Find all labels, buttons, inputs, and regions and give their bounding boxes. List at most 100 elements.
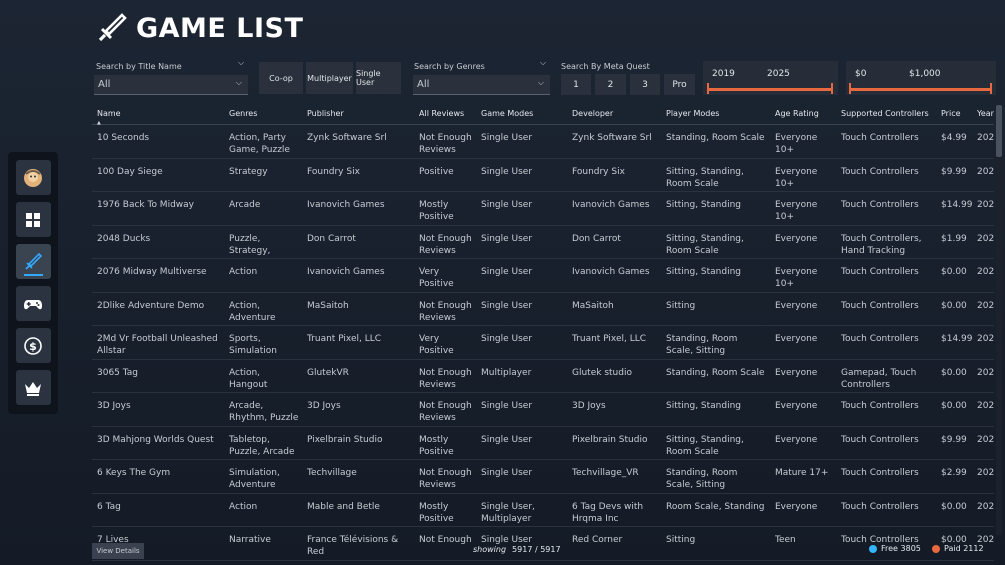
cell-developer: Truant Pixel, LLC bbox=[572, 334, 647, 344]
column-header-age-rating[interactable]: Age Rating bbox=[770, 109, 836, 118]
sidebar: $ bbox=[8, 152, 58, 414]
cell-reviews: Positive bbox=[419, 166, 454, 177]
cell-year: 2022 bbox=[977, 434, 994, 445]
cell-controllers: Touch Controllers, Hand Tracking bbox=[841, 233, 922, 256]
column-header-price[interactable]: Price bbox=[936, 109, 972, 118]
mode-multiplayer-button[interactable]: Multiplayer bbox=[306, 62, 353, 94]
cell-name: 2Md Vr Football Unleashed Allstar bbox=[97, 334, 218, 356]
cell-game-modes: Single User bbox=[481, 300, 533, 311]
cell-reviews: Mostly Positive bbox=[419, 434, 454, 457]
table-row[interactable]: 3D Joys Arcade, Rhythm, Puzzle 3D Joys Not … bbox=[92, 393, 994, 427]
cell-game-modes: Single User bbox=[481, 334, 533, 344]
column-header-name[interactable]: Name ▲ bbox=[92, 109, 224, 126]
cell-price: $9.99 bbox=[941, 166, 967, 177]
title-filter-select[interactable]: All ⌵ bbox=[94, 75, 248, 95]
cell-age-rating: Mature 17+ bbox=[775, 468, 829, 478]
cell-developer: Pixelbrain Studio bbox=[572, 434, 648, 445]
table-row[interactable]: 3D Mahjong Worlds Quest Tabletop, Puzzle,… bbox=[92, 427, 994, 460]
table-row[interactable]: 2076 Midway Multiverse Action Ivanovich Ga… bbox=[92, 259, 994, 293]
chevron-down-icon: ⌵ bbox=[537, 78, 544, 87]
year-max-handle[interactable] bbox=[831, 83, 833, 94]
cell-player-modes: Sitting, Standing bbox=[666, 401, 742, 411]
cell-price: $2.99 bbox=[941, 468, 967, 478]
column-header-controllers[interactable]: Supported Controllers bbox=[836, 109, 936, 118]
cell-player-modes: Room Scale, Standing bbox=[666, 501, 765, 512]
cell-player-modes: Sitting, Standing bbox=[666, 267, 742, 277]
table-row[interactable]: 1976 Back To Midway Arcade Ivanovich Games… bbox=[92, 192, 994, 226]
cell-reviews: Not Enough Reviews bbox=[419, 233, 472, 256]
price-min-handle[interactable] bbox=[849, 83, 851, 94]
cell-player-modes: Sitting, Standing, Room Scale bbox=[666, 166, 744, 189]
column-header-year[interactable]: Year bbox=[972, 109, 994, 118]
cell-game-modes: Single User bbox=[481, 200, 533, 210]
showing-label: showing bbox=[473, 545, 507, 554]
column-header-genres[interactable]: Genres bbox=[224, 109, 302, 118]
nav-game-list[interactable] bbox=[15, 244, 51, 279]
quest-2-button[interactable]: 2 bbox=[595, 74, 626, 95]
cell-year: 2023 bbox=[977, 401, 994, 411]
column-header-player-modes[interactable]: Player Modes bbox=[661, 109, 770, 118]
quest-pro-button[interactable]: Pro bbox=[664, 74, 695, 95]
cell-reviews: Mostly Positive bbox=[419, 200, 454, 222]
cell-reviews: Not Enough Reviews bbox=[419, 401, 472, 423]
cell-price: $14.99 bbox=[941, 200, 972, 210]
nav-dashboard[interactable] bbox=[15, 202, 51, 237]
price-range-slider[interactable]: $0 $1,000 bbox=[846, 61, 996, 95]
table-row[interactable]: 7 Lives Narrative France Télévisions & Red… bbox=[92, 527, 994, 561]
cell-game-modes: Single User bbox=[481, 233, 533, 244]
table-scrollbar[interactable] bbox=[996, 103, 1002, 535]
year-range-slider[interactable]: 2019 2025 bbox=[703, 61, 838, 95]
price-min-value: $0 bbox=[855, 69, 867, 79]
table-row[interactable]: 2048 Ducks Puzzle, Strategy, Tabletop Don … bbox=[92, 226, 994, 259]
cell-year: 2020 bbox=[977, 334, 994, 344]
nav-avatar[interactable] bbox=[15, 160, 51, 195]
price-max-handle[interactable] bbox=[990, 83, 992, 94]
cell-controllers: Touch Controllers bbox=[841, 334, 919, 344]
cell-game-modes: Single User bbox=[481, 133, 533, 143]
cell-developer: Glutek studio bbox=[572, 367, 632, 378]
cell-controllers: Touch Controllers bbox=[841, 133, 919, 143]
dollar-icon: $ bbox=[24, 336, 42, 355]
mode-coop-button[interactable]: Co-op bbox=[259, 62, 303, 94]
mode-single-user-button[interactable]: Single User bbox=[356, 62, 401, 94]
quest-3-button[interactable]: 3 bbox=[630, 74, 660, 95]
table-row[interactable]: 2Dlike Adventure Demo Action, Adventure Ma… bbox=[92, 293, 994, 326]
scrollbar-thumb[interactable] bbox=[996, 105, 1002, 157]
cell-player-modes: Sitting, Standing bbox=[666, 200, 742, 210]
view-details-button[interactable]: View Details bbox=[92, 543, 144, 559]
cell-publisher: Truant Pixel, LLC bbox=[307, 334, 382, 344]
quest-1-button[interactable]: 1 bbox=[561, 74, 591, 95]
cell-name: 3D Mahjong Worlds Quest bbox=[97, 434, 214, 445]
column-header-reviews[interactable]: All Reviews bbox=[414, 109, 476, 118]
table-row[interactable]: 6 Tag Action Mable and Betle Mostly Positiv… bbox=[92, 494, 994, 527]
cell-age-rating: Everyone bbox=[775, 334, 818, 344]
cell-developer: 6 Tag Devs with Hrqma Inc bbox=[572, 501, 644, 524]
cell-price: $0.00 bbox=[941, 501, 967, 512]
cell-year: 2023 bbox=[977, 133, 994, 143]
nav-top[interactable] bbox=[15, 370, 51, 405]
cell-player-modes: Sitting bbox=[666, 300, 696, 311]
cell-reviews: Mostly Positive bbox=[419, 501, 454, 524]
cell-game-modes: Single User bbox=[481, 535, 533, 545]
column-header-publisher[interactable]: Publisher bbox=[302, 109, 414, 118]
table-row[interactable]: 100 Day Siege Strategy Foundry Six Positive… bbox=[92, 159, 994, 192]
cell-publisher: Ivanovich Games bbox=[307, 267, 385, 277]
genres-filter-select[interactable]: All ⌵ bbox=[413, 75, 550, 95]
year-min-handle[interactable] bbox=[707, 83, 709, 94]
table-row[interactable]: 6 Keys The Gym Simulation, Adventure Techv… bbox=[92, 460, 994, 494]
nav-games[interactable] bbox=[15, 286, 51, 321]
crown-icon bbox=[25, 381, 41, 396]
cell-player-modes: Sitting, Standing, Room Scale bbox=[666, 434, 744, 457]
cell-name: 1976 Back To Midway bbox=[97, 200, 194, 210]
cell-age-rating: Everyone 10+ bbox=[775, 200, 818, 222]
price-slider-track bbox=[850, 88, 992, 91]
column-header-developer[interactable]: Developer bbox=[567, 109, 661, 118]
column-header-game-modes[interactable]: Game Modes bbox=[476, 109, 567, 118]
cell-player-modes: Standing, Room Scale bbox=[666, 367, 765, 378]
cell-developer: MaSaitoh bbox=[572, 300, 614, 311]
table-row[interactable]: 10 Seconds Action, Party Game, Puzzle Zynk… bbox=[92, 125, 994, 159]
nav-pricing[interactable]: $ bbox=[15, 328, 51, 363]
table-row[interactable]: 3065 Tag Action, Hangout GlutekVR Not Enoug… bbox=[92, 360, 994, 393]
cell-developer: Foundry Six bbox=[572, 166, 625, 177]
table-row[interactable]: 2Md Vr Football Unleashed Allstar Sports,… bbox=[92, 326, 994, 360]
